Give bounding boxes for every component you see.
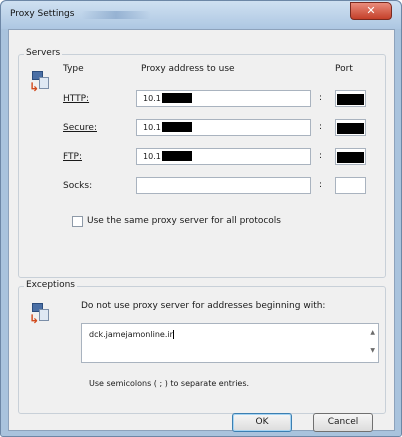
title-bar-glass — [81, 11, 151, 19]
scroll-down-icon[interactable]: ▼ — [370, 347, 375, 354]
socks-address-input[interactable] — [136, 177, 311, 194]
text-caret — [172, 330, 174, 339]
exceptions-value: dck.jamejamonline.ir — [89, 330, 173, 339]
ftp-port-separator: : — [319, 151, 323, 161]
exceptions-textarea[interactable]: dck.jamejamonline.ir ▲ ▼ — [81, 323, 379, 363]
redacted-block — [161, 151, 192, 161]
ftp-address-input[interactable]: 10.1 — [136, 148, 311, 165]
cancel-button[interactable]: Cancel — [313, 413, 373, 432]
servers-group-label: Servers — [24, 48, 63, 58]
title-bar[interactable]: Proxy Settings ✕ — [1, 1, 401, 29]
exceptions-hint: Use semicolons ( ; ) to separate entries… — [89, 379, 250, 388]
secure-label: Secure: — [63, 123, 97, 133]
socks-port-input[interactable] — [335, 177, 366, 194]
socks-label: Socks: — [63, 181, 93, 191]
redacted-block — [161, 93, 192, 103]
type-column-header: Type — [63, 64, 84, 74]
address-column-header: Proxy address to use — [141, 64, 235, 74]
exceptions-group-label: Exceptions — [24, 280, 77, 290]
port-column-header: Port — [335, 64, 353, 74]
close-button[interactable]: ✕ — [350, 2, 392, 20]
ftp-port-input[interactable] — [335, 148, 366, 165]
servers-group: Servers ↳ Type Proxy address to use Port… — [18, 48, 386, 278]
same-proxy-checkbox[interactable] — [72, 216, 83, 227]
dialog-body: Servers ↳ Type Proxy address to use Port… — [8, 29, 395, 432]
exceptions-description: Do not use proxy server for addresses be… — [81, 301, 326, 311]
socks-port-separator: : — [319, 180, 323, 190]
network-computers-icon: ↳ — [29, 303, 51, 326]
redacted-block — [161, 122, 192, 132]
http-port-input[interactable] — [335, 90, 366, 107]
ok-button[interactable]: OK — [232, 413, 292, 432]
http-label: HTTP: — [63, 94, 90, 104]
exceptions-group: Exceptions ↳ Do not use proxy server for… — [18, 280, 386, 414]
secure-port-separator: : — [319, 122, 323, 132]
network-computers-icon: ↳ — [29, 71, 51, 94]
http-address-input[interactable]: 10.1 — [136, 90, 311, 107]
proxy-settings-window: Proxy Settings ✕ Servers ↳ Type Proxy ad… — [0, 0, 402, 437]
scroll-up-icon[interactable]: ▲ — [370, 329, 375, 336]
window-title: Proxy Settings — [10, 9, 75, 19]
same-proxy-label[interactable]: Use the same proxy server for all protoc… — [87, 216, 281, 226]
ftp-label: FTP: — [63, 152, 82, 162]
secure-address-input[interactable]: 10.1 — [136, 119, 311, 136]
http-port-separator: : — [319, 93, 323, 103]
secure-port-input[interactable] — [335, 119, 366, 136]
